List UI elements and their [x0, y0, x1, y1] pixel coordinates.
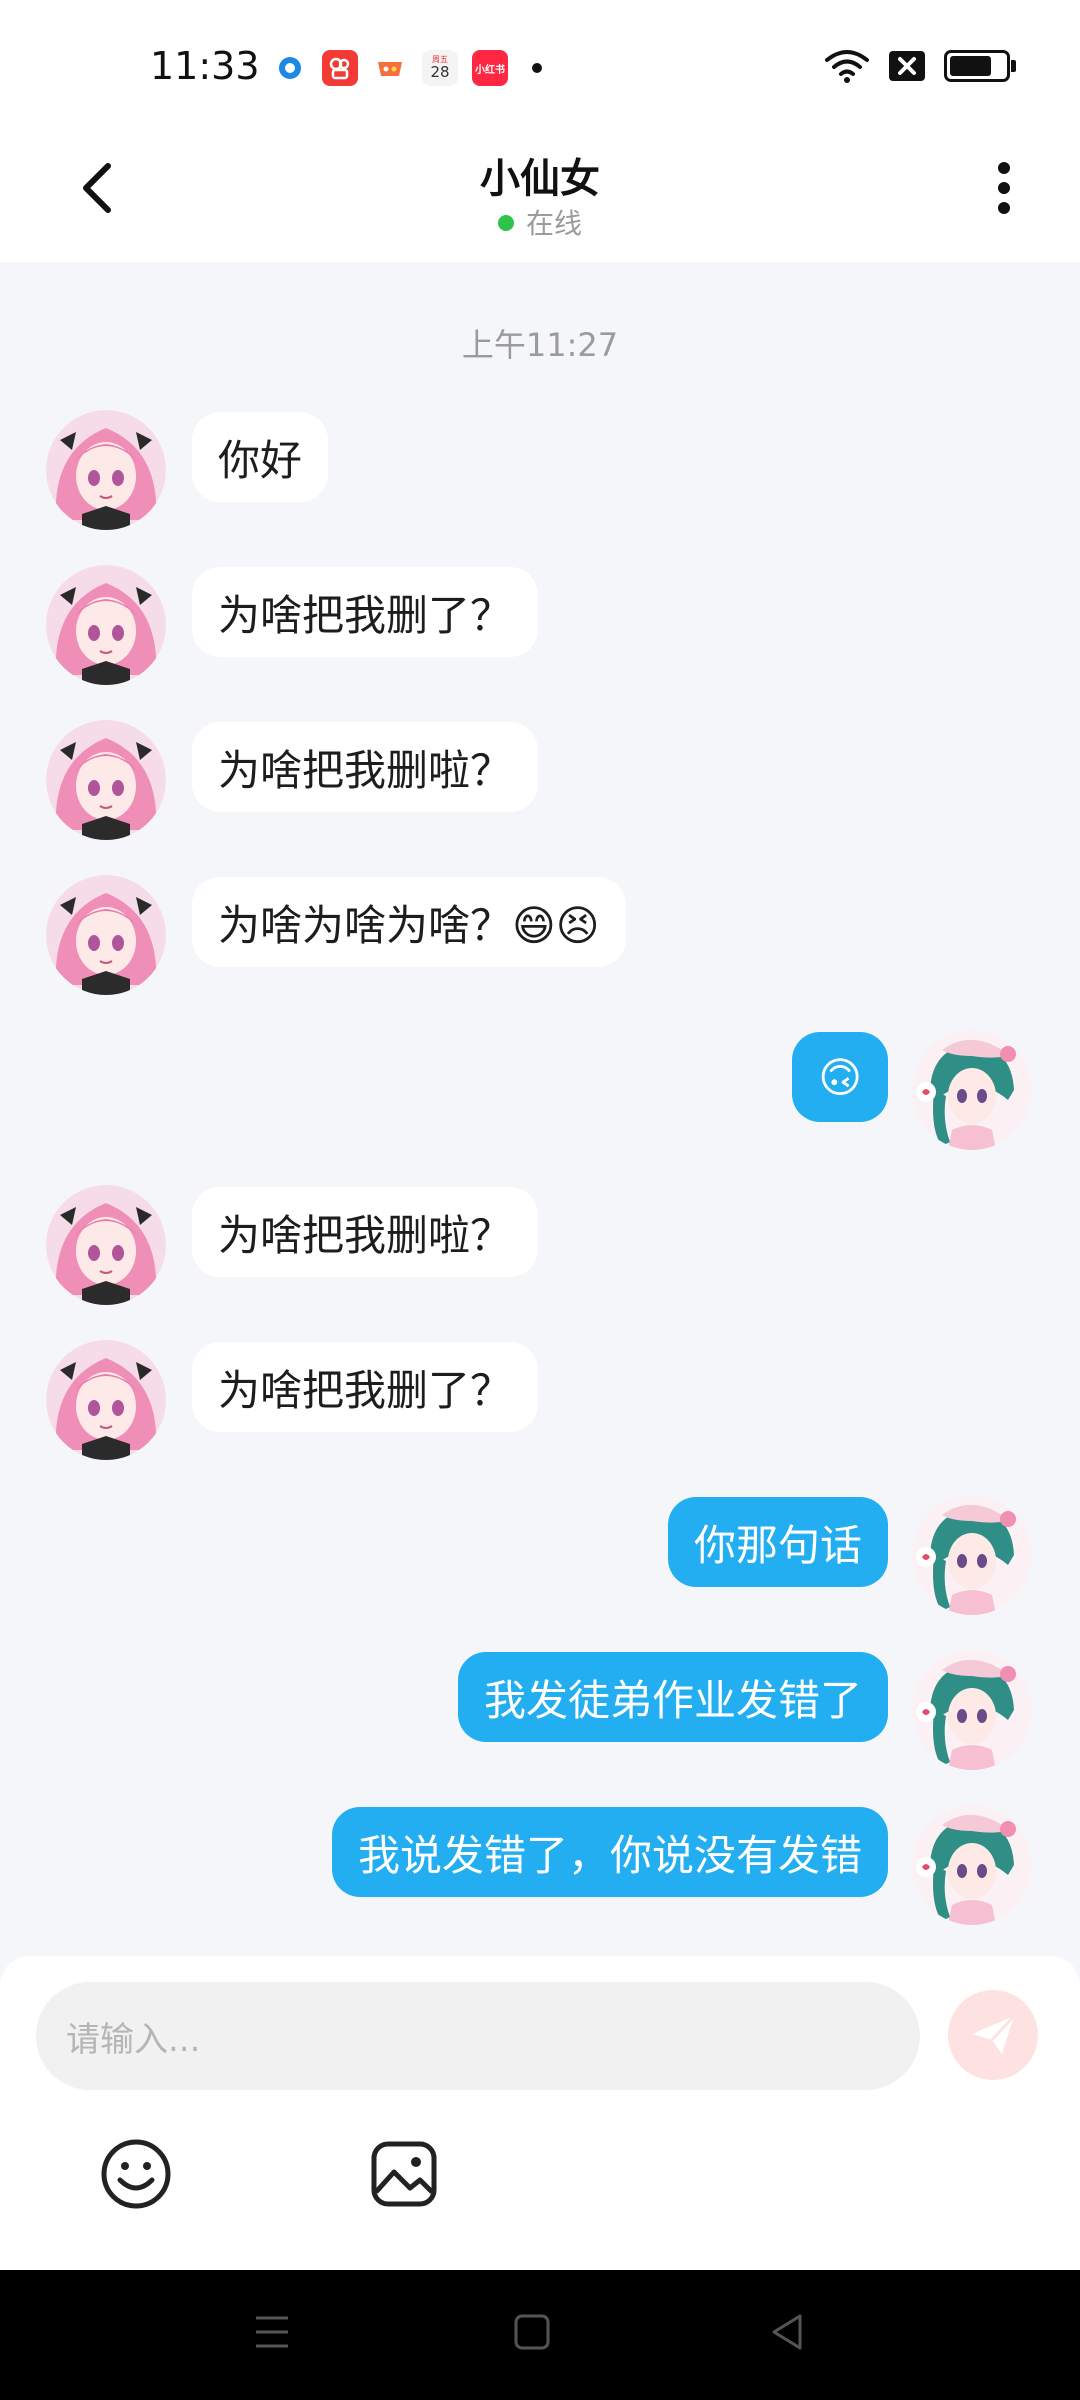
message-bubble[interactable]: 🙃: [792, 1032, 888, 1122]
presence-status: 在线: [0, 202, 1080, 242]
send-button[interactable]: [948, 1990, 1038, 2080]
message-input[interactable]: 请输入...: [36, 1982, 920, 2090]
more-options-icon[interactable]: [984, 158, 1024, 218]
battery-icon: [944, 50, 1016, 82]
avatar[interactable]: [46, 410, 166, 530]
no-sim-icon: [889, 51, 925, 81]
system-icons: [824, 48, 1016, 84]
message-bubble[interactable]: 我说发错了，你说没有发错: [331, 1807, 888, 1897]
xiaohongshu-app-icon: 小红书: [472, 50, 508, 86]
avatar[interactable]: [912, 1030, 1032, 1150]
avatar[interactable]: [912, 1805, 1032, 1925]
blue-ring-app-icon: [272, 50, 308, 86]
avatar[interactable]: [912, 1650, 1032, 1770]
chat-header: 小仙女 在线: [0, 130, 1080, 262]
avatar[interactable]: [46, 1340, 166, 1460]
message-bubble[interactable]: 为啥把我删了？: [192, 567, 539, 657]
presence-label: 在线: [525, 207, 582, 240]
online-dot-icon: [497, 215, 514, 231]
wifi-icon: [825, 50, 869, 83]
status-bar: 11:33 周五 28 小红书: [0, 0, 1080, 130]
status-time: 11:33: [150, 44, 260, 88]
game-app-icon: [372, 50, 408, 86]
image-icon[interactable]: [366, 2136, 442, 2212]
paper-plane-icon: [972, 2014, 1016, 2054]
message-bubble[interactable]: 我发徒弟作业发错了: [457, 1652, 888, 1742]
menu-nav-icon[interactable]: [252, 2310, 292, 2354]
avatar[interactable]: [46, 720, 166, 840]
emoji-icon[interactable]: [98, 2136, 174, 2212]
avatar[interactable]: [46, 1185, 166, 1305]
avatar[interactable]: [46, 565, 166, 685]
avatar[interactable]: [912, 1495, 1032, 1615]
back-nav-icon[interactable]: [768, 2310, 808, 2354]
avatar[interactable]: [46, 875, 166, 995]
message-bubble[interactable]: 你好: [192, 412, 329, 502]
contact-name: 小仙女: [480, 156, 600, 202]
composer: 请输入...: [0, 1956, 1080, 2270]
calendar-app-icon: 周五 28: [422, 50, 458, 86]
more-notifications-dot: [532, 63, 542, 73]
home-nav-icon[interactable]: [512, 2310, 552, 2354]
kuaishou-app-icon: [322, 50, 358, 86]
message-bubble[interactable]: 你那句话: [667, 1497, 888, 1587]
message-bubble[interactable]: 为啥把我删啦？: [192, 1187, 539, 1277]
chat-timestamp: 上午11:27: [461, 326, 619, 364]
message-bubble[interactable]: 为啥为啥为啥？😄😣: [192, 877, 626, 967]
system-nav-bar: [0, 2270, 1080, 2400]
notification-icons: 周五 28 小红书: [272, 50, 542, 86]
message-bubble[interactable]: 为啥把我删啦？: [192, 722, 539, 812]
message-bubble[interactable]: 为啥把我删了？: [192, 1342, 539, 1432]
